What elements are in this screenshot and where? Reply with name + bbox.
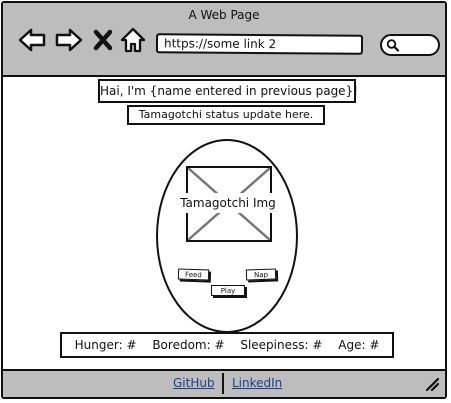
url-input[interactable]: https://some link 2: [155, 33, 364, 55]
close-icon[interactable]: [93, 27, 113, 53]
tamagotchi-image-label: Tamagotchi Img: [178, 193, 278, 213]
stats-bar: Hunger: # Boredom: # Sleepiness: # Age: …: [60, 332, 394, 358]
browser-toolbar: A Web Page https://some link 2: [3, 3, 445, 77]
nap-button[interactable]: Nap: [245, 268, 277, 281]
browser-window: A Web Page https://some link 2 Hai, I'm …: [1, 1, 447, 399]
forward-arrow-icon[interactable]: [54, 27, 84, 53]
footer-divider: [222, 373, 224, 394]
status-message: Tamagotchi status update here.: [127, 105, 325, 125]
resize-grip-icon[interactable]: [425, 377, 439, 391]
page-footer: GitHub LinkedIn: [3, 369, 445, 397]
search-box[interactable]: [380, 34, 440, 56]
sleepiness-stat: Sleepiness: #: [240, 338, 323, 352]
hunger-stat: Hunger: #: [74, 338, 137, 352]
tamagotchi-device: Tamagotchi Img Feed Nap Play: [156, 139, 298, 333]
window-title: A Web Page: [188, 8, 260, 22]
home-icon[interactable]: [120, 27, 146, 53]
linkedin-link[interactable]: LinkedIn: [232, 376, 282, 390]
feed-button[interactable]: Feed: [177, 268, 210, 281]
play-button[interactable]: Play: [211, 285, 245, 296]
github-link[interactable]: GitHub: [173, 376, 215, 390]
boredom-stat: Boredom: #: [152, 338, 225, 352]
greeting-banner: Hai, I'm {name entered in previous page}…: [98, 79, 358, 103]
search-icon: [386, 39, 400, 52]
page-content: Hai, I'm {name entered in previous page}…: [3, 75, 445, 369]
age-stat: Age: #: [338, 338, 380, 352]
back-arrow-icon[interactable]: [17, 27, 47, 53]
